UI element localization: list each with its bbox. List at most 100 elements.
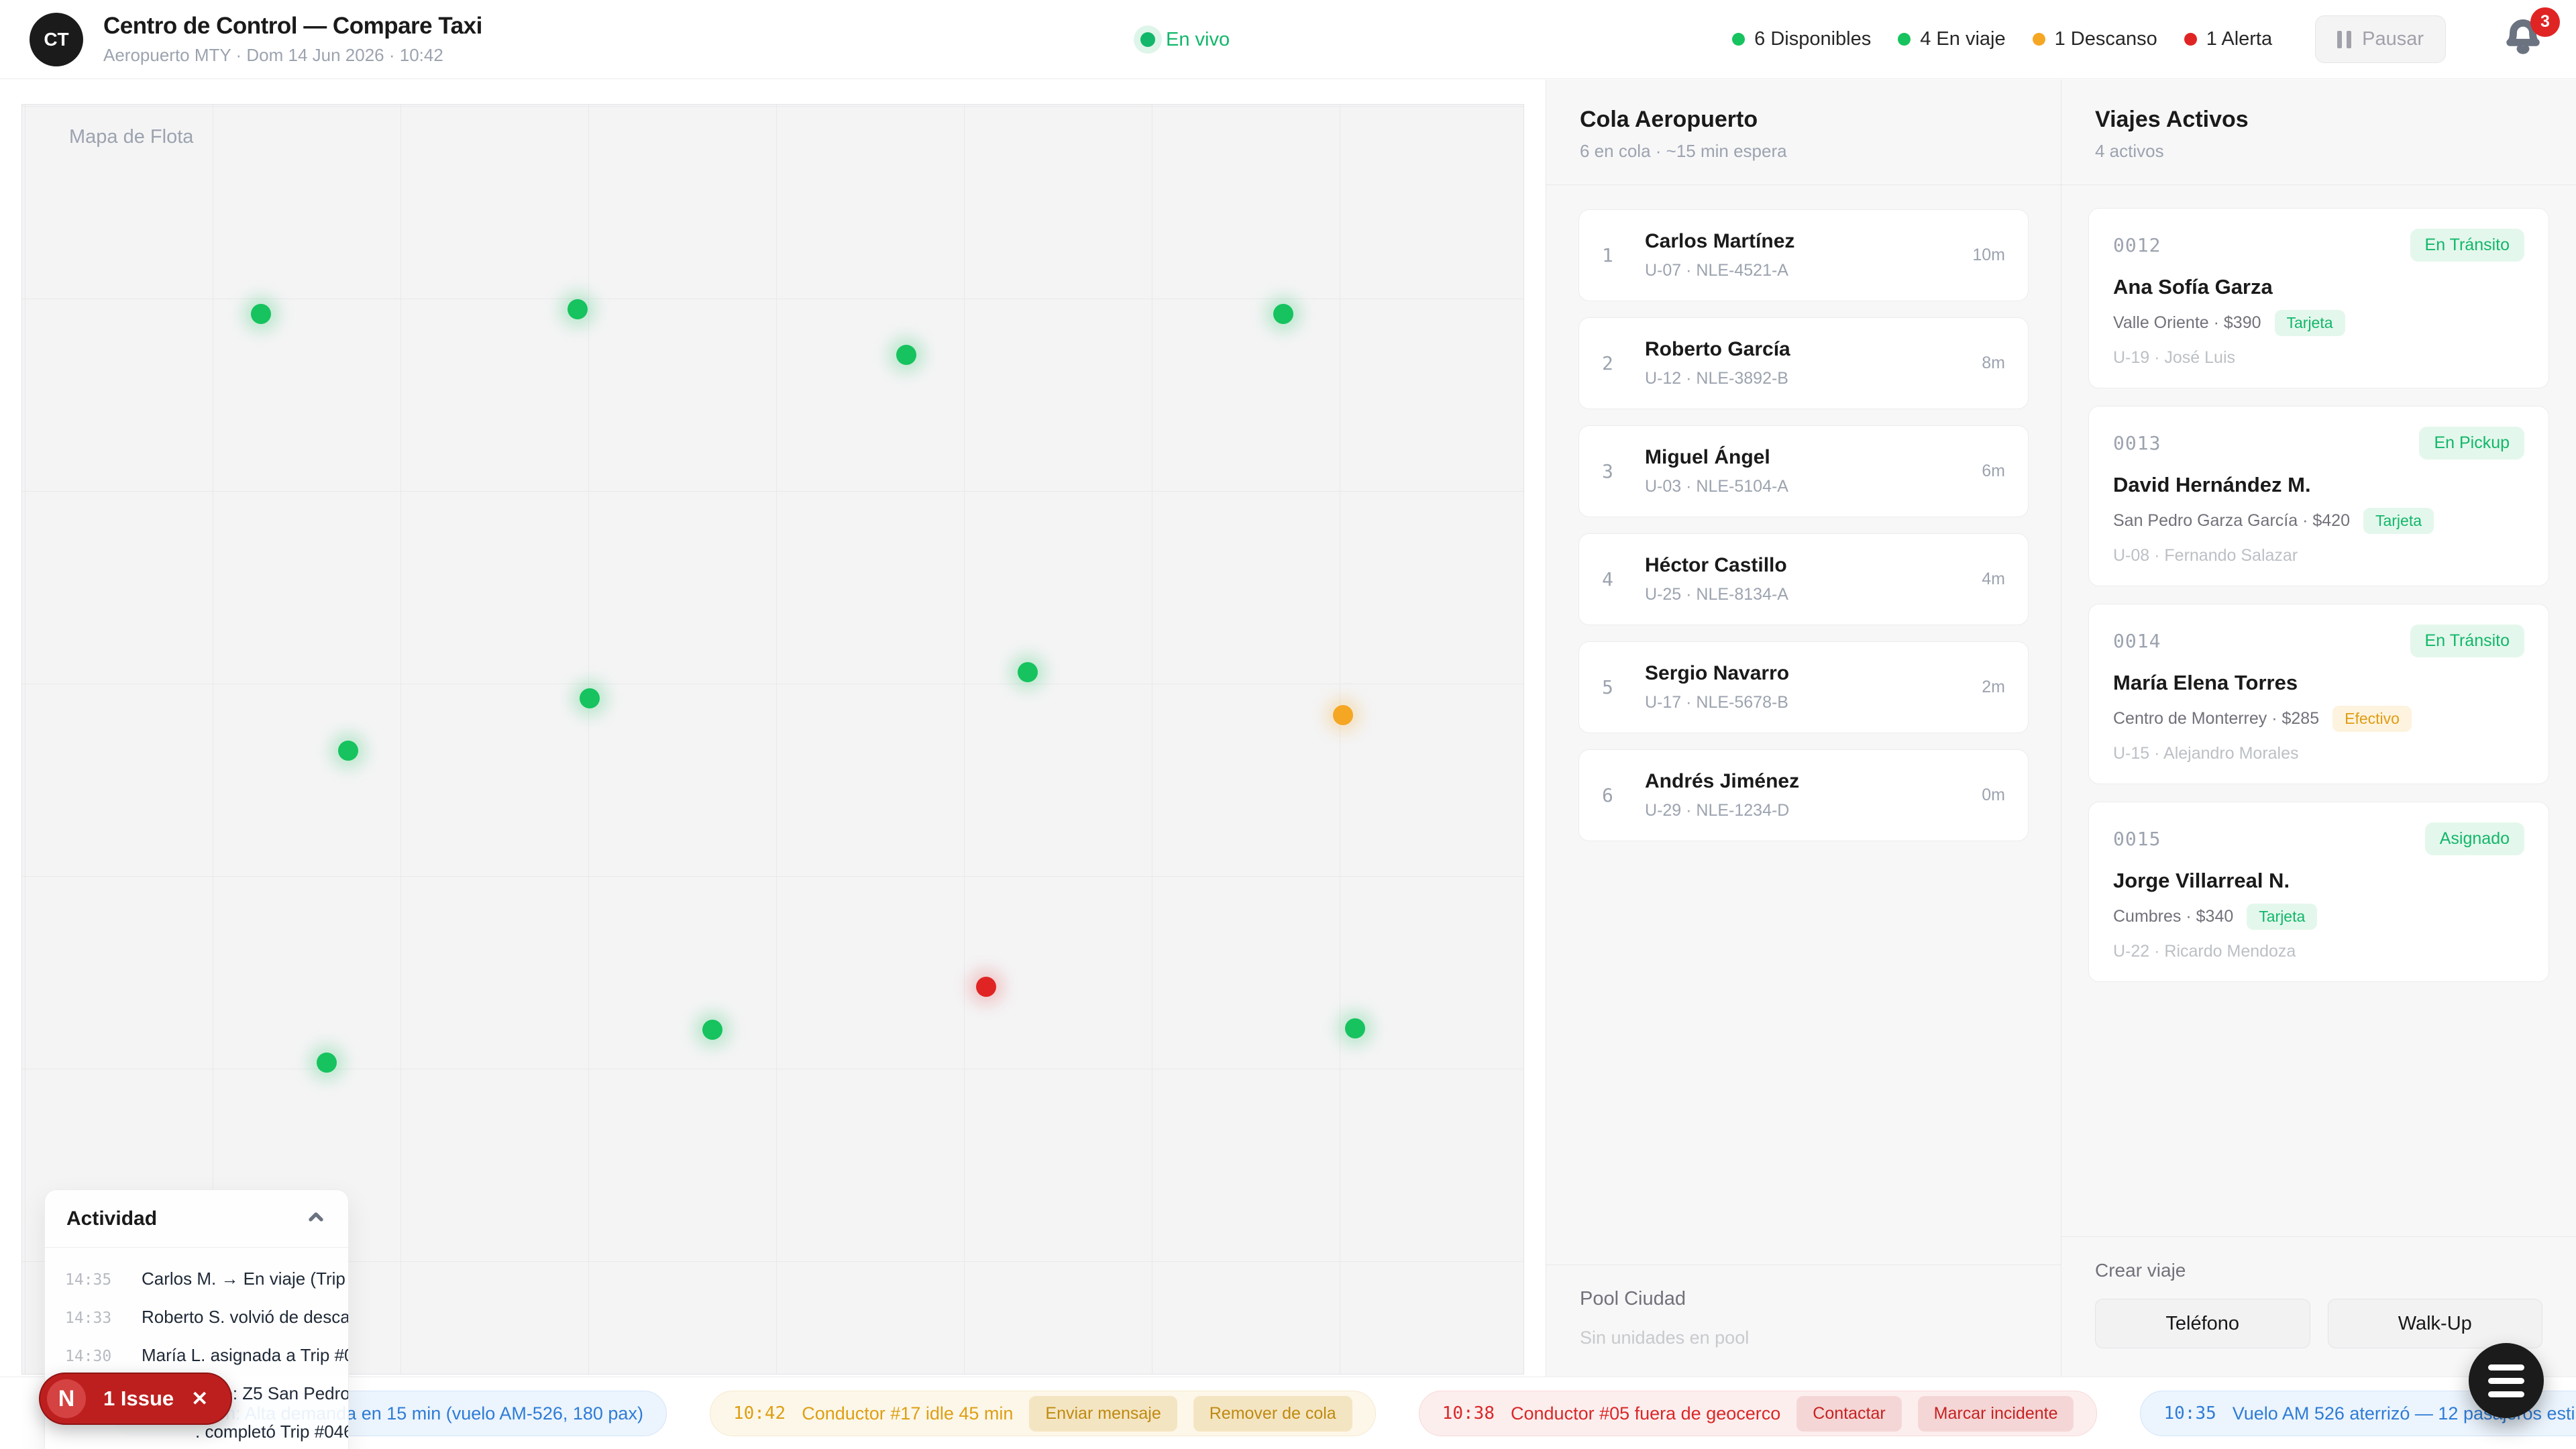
- activity-header[interactable]: Actividad: [45, 1190, 348, 1248]
- fleet-unit-dot[interactable]: [1333, 705, 1353, 725]
- trip-unit-driver: U-15 · Alejandro Morales: [2113, 744, 2524, 763]
- trips-header: Viajes Activos 4 activos: [2061, 80, 2576, 185]
- status-dot-icon: [2033, 33, 2045, 46]
- stat-label: 4 En viaje: [1920, 28, 2005, 50]
- fleet-unit-dot[interactable]: [568, 299, 588, 319]
- stat-available: 6 Disponibles: [1732, 28, 1871, 50]
- phone-trip-button[interactable]: Teléfono: [2095, 1299, 2310, 1348]
- fleet-unit-dot[interactable]: [317, 1053, 337, 1073]
- walkup-trip-button[interactable]: Walk-Up: [2328, 1299, 2543, 1348]
- mark-incident-button[interactable]: Marcar incidente: [1918, 1396, 2074, 1432]
- driver-name: Andrés Jiménez: [1645, 770, 1799, 792]
- issues-logo-icon: N: [47, 1379, 86, 1418]
- activity-item: 14:33 Roberto S. volvió de descanso: [65, 1298, 328, 1336]
- trip-id: 0012: [2113, 234, 2161, 256]
- pause-icon: [2337, 31, 2351, 48]
- fleet-map[interactable]: Mapa de Flota: [21, 104, 1524, 1375]
- trip-card[interactable]: 0014 En Tránsito María Elena Torres Cent…: [2088, 604, 2549, 784]
- driver-name: Miguel Ángel: [1645, 446, 1770, 468]
- pause-button[interactable]: Pausar: [2315, 15, 2446, 63]
- page-subtitle: Aeropuerto MTY · Dom 14 Jun 2026 · 10:42: [103, 45, 482, 66]
- control-center-app: CT Centro de Control — Compare Taxi Aero…: [0, 0, 2576, 1449]
- header-titles: Centro de Control — Compare Taxi Aeropue…: [103, 13, 482, 66]
- trip-route-fare: Centro de Monterrey · $285: [2113, 709, 2319, 729]
- trip-status-badge: En Pickup: [2419, 427, 2524, 460]
- queue-rank: 5: [1602, 676, 1645, 698]
- fleet-unit-dot[interactable]: [976, 977, 996, 997]
- alerts-ticker: Predicción: Alta demanda en 15 min (vuel…: [0, 1377, 2576, 1449]
- wait-time: 2m: [1982, 678, 2005, 697]
- alert-time: 10:42: [733, 1403, 786, 1424]
- contact-button[interactable]: Contactar: [1796, 1396, 1901, 1432]
- queue-row[interactable]: 6 Andrés Jiménez U-29 · NLE-1234-D 0m: [1578, 749, 2029, 841]
- pool-title: Pool Ciudad: [1580, 1288, 2027, 1310]
- alert-chip-idle-driver[interactable]: 10:42 Conductor #17 idle 45 min Enviar m…: [710, 1391, 1376, 1436]
- fleet-unit-dot[interactable]: [702, 1020, 722, 1040]
- unit-plate: U-03 · NLE-5104-A: [1645, 477, 1982, 496]
- status-dot-icon: [2184, 33, 2197, 46]
- create-trip-label: Crear viaje: [2095, 1260, 2542, 1281]
- queue-rank: 1: [1602, 244, 1645, 266]
- queue-row[interactable]: 5 Sergio Navarro U-17 · NLE-5678-B 2m: [1578, 641, 2029, 733]
- trip-id: 0014: [2113, 630, 2161, 652]
- trip-unit-driver: U-22 · Ricardo Mendoza: [2113, 942, 2524, 961]
- trip-unit-driver: U-19 · José Luis: [2113, 348, 2524, 368]
- activity-text: María L. asignada a Trip #047: [142, 1345, 349, 1366]
- payment-badge: Tarjeta: [2275, 310, 2345, 336]
- trip-card[interactable]: 0015 Asignado Jorge Villarreal N. Cumbre…: [2088, 802, 2549, 982]
- unit-plate: U-17 · NLE-5678-B: [1645, 693, 1982, 712]
- trips-subtitle: 4 activos: [2095, 141, 2542, 162]
- stat-on-trip: 4 En viaje: [1898, 28, 2005, 50]
- alert-chip-geofence[interactable]: 10:38 Conductor #05 fuera de geocerco Co…: [1419, 1391, 2098, 1436]
- alert-time: 10:35: [2163, 1403, 2216, 1424]
- queue-row[interactable]: 1 Carlos Martínez U-07 · NLE-4521-A 10m: [1578, 209, 2029, 301]
- fleet-unit-dot[interactable]: [1345, 1018, 1365, 1038]
- queue-rank: 3: [1602, 460, 1645, 482]
- notification-count-badge: 3: [2530, 7, 2560, 37]
- passenger-name: María Elena Torres: [2113, 671, 2524, 695]
- wait-time: 10m: [1972, 246, 2005, 265]
- trips-title: Viajes Activos: [2095, 107, 2542, 133]
- fleet-unit-dot[interactable]: [251, 304, 271, 324]
- remove-from-queue-button[interactable]: Remover de cola: [1193, 1396, 1352, 1432]
- queue-list: 1 Carlos Martínez U-07 · NLE-4521-A 10m …: [1546, 185, 2061, 841]
- unit-plate: U-07 · NLE-4521-A: [1645, 261, 1972, 280]
- live-label: En vivo: [1166, 29, 1230, 51]
- driver-name: Héctor Castillo: [1645, 554, 1787, 576]
- city-pool-section: Pool Ciudad Sin unidades en pool: [1546, 1265, 2061, 1377]
- fleet-unit-dot[interactable]: [580, 688, 600, 708]
- fleet-unit-dot[interactable]: [338, 741, 358, 761]
- wait-time: 4m: [1982, 570, 2005, 589]
- queue-rank: 2: [1602, 352, 1645, 374]
- notifications-button[interactable]: 3: [2504, 18, 2546, 61]
- unit-plate: U-12 · NLE-3892-B: [1645, 369, 1982, 388]
- header: CT Centro de Control — Compare Taxi Aero…: [0, 0, 2576, 79]
- fleet-unit-dot[interactable]: [1018, 662, 1038, 682]
- queue-row[interactable]: 4 Héctor Castillo U-25 · NLE-8134-A 4m: [1578, 533, 2029, 625]
- stat-alert: 1 Alerta: [2184, 28, 2272, 50]
- wait-time: 8m: [1982, 354, 2005, 373]
- trip-card[interactable]: 0013 En Pickup David Hernández M. San Pe…: [2088, 406, 2549, 586]
- activity-text: Roberto S. volvió de descanso: [142, 1307, 349, 1328]
- queue-row[interactable]: 3 Miguel Ángel U-03 · NLE-5104-A 6m: [1578, 425, 2029, 517]
- queue-row[interactable]: 2 Roberto García U-12 · NLE-3892-B 8m: [1578, 317, 2029, 409]
- driver-name: Roberto García: [1645, 338, 1790, 360]
- trip-card[interactable]: 0012 En Tránsito Ana Sofía Garza Valle O…: [2088, 208, 2549, 388]
- hamburger-icon: [2488, 1364, 2524, 1397]
- trip-route-fare: Cumbres · $340: [2113, 907, 2233, 926]
- fleet-unit-dot[interactable]: [1273, 304, 1293, 324]
- send-message-button[interactable]: Enviar mensaje: [1029, 1396, 1177, 1432]
- close-icon[interactable]: ✕: [191, 1387, 208, 1411]
- chevron-up-icon[interactable]: [305, 1206, 327, 1231]
- activity-item: 14:35 Carlos M. → En viaje (Trip #048): [65, 1260, 328, 1298]
- menu-fab-button[interactable]: [2469, 1343, 2544, 1418]
- passenger-name: Ana Sofía Garza: [2113, 275, 2524, 299]
- issues-overlay-pill[interactable]: N 1 Issue ✕: [39, 1373, 232, 1425]
- driver-name: Sergio Navarro: [1645, 662, 1789, 684]
- payment-badge: Tarjeta: [2363, 508, 2434, 534]
- fleet-unit-dot[interactable]: [896, 345, 916, 365]
- page-title: Centro de Control — Compare Taxi: [103, 13, 482, 40]
- trip-id: 0015: [2113, 828, 2161, 850]
- airport-queue-panel: Cola Aeropuerto 6 en cola · ~15 min espe…: [1546, 80, 2061, 1377]
- activity-text: . completó Trip #046: [195, 1421, 349, 1442]
